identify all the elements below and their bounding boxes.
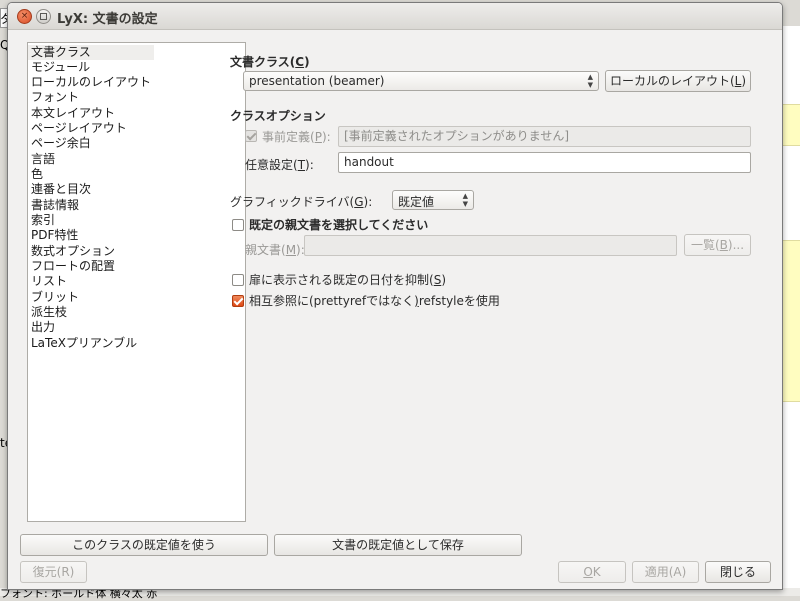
category-item[interactable]: 文書クラス [28,45,154,60]
refstyle-label-end: refstyleを使用 [418,294,500,308]
graphics-driver-label-end: ): [363,195,373,209]
title-bar: × LyX: 文書の設定 [8,3,782,30]
document-settings-dialog: × LyX: 文書の設定 文書クラス モジュール ローカルのレイアウト フォント… [7,2,783,590]
local-layout-button-end: ) [741,74,747,88]
close-button[interactable]: 閉じる [705,561,771,583]
predefined-checkbox[interactable] [245,130,257,142]
document-class-label-key: C [295,55,305,69]
category-list[interactable]: 文書クラス モジュール ローカルのレイアウト フォント 本文レイアウト ページレ… [27,42,246,522]
predefined-options-field: [事前定義されたオプションがありません] [338,126,751,147]
local-layout-button-text: ローカルのレイアウト( [609,74,735,88]
document-class-value: presentation (beamer) [249,74,385,88]
browse-button-key: B [719,238,728,252]
background-yellow-band [782,104,800,146]
category-item[interactable]: フロートの配置 [28,259,154,274]
category-item[interactable]: 索引 [28,213,154,228]
master-document-checkbox-label: 既定の親文書を選択してください [249,218,429,232]
ok-button: OK [558,561,626,583]
graphics-driver-label-text: グラフィックドライバ( [230,195,355,209]
predefined-label: 事前定義(P): [262,128,331,145]
restore-button: 復元(R) [20,561,87,583]
refstyle-label: 相互参照に(prettyrefではなく)refstyleを使用 [249,292,500,309]
category-item[interactable]: LaTeXプリアンブル [28,336,154,351]
apply-button: 適用(A) [632,561,699,583]
master-document-label-key: M [285,243,297,257]
save-as-default-button[interactable]: 文書の既定値として保存 [274,534,522,556]
local-layout-button[interactable]: ローカルのレイアウト(L) [605,70,751,92]
graphics-driver-label-key: G [354,195,364,209]
refstyle-label-text: 相互参照に(prettyrefではなく [249,294,415,308]
suppress-date-label-end: ) [441,273,446,287]
custom-options-label: 任意設定(T): [245,156,314,173]
use-class-defaults-button[interactable]: このクラスの既定値を使う [20,534,268,556]
class-options-heading: クラスオプション [230,109,326,123]
predefined-label-end: ): [321,130,331,144]
category-item[interactable]: 出力 [28,320,154,335]
master-document-checkbox[interactable] [232,219,244,231]
suppress-date-checkbox[interactable] [232,274,244,286]
category-item[interactable]: フォント [28,90,154,105]
predefined-label-text: 事前定義( [262,130,315,144]
category-item[interactable]: モジュール [28,60,154,75]
document-class-label: 文書クラス(C) [230,53,310,70]
category-item[interactable]: ローカルのレイアウト [28,75,154,90]
category-item[interactable]: 数式オプション [28,244,154,259]
category-item[interactable]: 書誌情報 [28,198,154,213]
background-yellow-band [782,240,800,402]
browse-button-text: 一覧( [690,238,720,252]
category-item[interactable]: 派生枝 [28,305,154,320]
browse-button: 一覧(B)... [684,234,751,256]
updown-arrow-icon: ▲ ▼ [587,73,593,89]
category-item[interactable]: 言語 [28,152,154,167]
master-document-field [304,235,677,256]
document-class-select[interactable]: presentation (beamer) ▲ ▼ [243,71,599,91]
ok-button-key: O [583,565,593,579]
category-item[interactable]: リスト [28,274,154,289]
category-item[interactable]: 本文レイアウト [28,106,154,121]
document-class-label-text: 文書クラス( [230,55,296,69]
refstyle-checkbox[interactable] [232,295,244,307]
suppress-date-label-text: 扉に表示される既定の日付を抑制( [249,273,434,287]
close-window-icon[interactable]: × [17,9,32,24]
category-item[interactable]: 連番と目次 [28,182,154,197]
custom-options-label-end: ): [305,158,314,172]
maximize-window-icon[interactable] [36,9,51,24]
predefined-label-key: P [314,130,322,144]
custom-options-label-text: 任意設定( [245,158,298,172]
custom-options-input[interactable]: handout [338,152,751,173]
ok-button-text: K [592,565,601,579]
graphics-driver-select[interactable]: 既定値 ▲ ▼ [392,190,474,210]
window-title: LyX: 文書の設定 [57,12,158,27]
updown-arrow-icon: ▲ ▼ [462,192,468,208]
suppress-date-label: 扉に表示される既定の日付を抑制(S) [249,271,446,288]
category-item[interactable]: ページ余白 [28,136,154,151]
master-document-label: 親文書(M): [245,241,305,258]
master-document-label-text: 親文書( [245,243,286,257]
category-item[interactable]: 色 [28,167,154,182]
graphics-driver-label: グラフィックドライバ(G): [230,193,372,210]
category-item[interactable]: PDF特性 [28,228,154,243]
category-item[interactable]: ブリット [28,290,154,305]
document-class-label-end: ) [304,55,310,69]
graphics-driver-value: 既定値 [398,195,435,209]
custom-options-label-key: T [297,158,306,172]
category-item[interactable]: ページレイアウト [28,121,154,136]
browse-button-end: )... [727,238,745,252]
